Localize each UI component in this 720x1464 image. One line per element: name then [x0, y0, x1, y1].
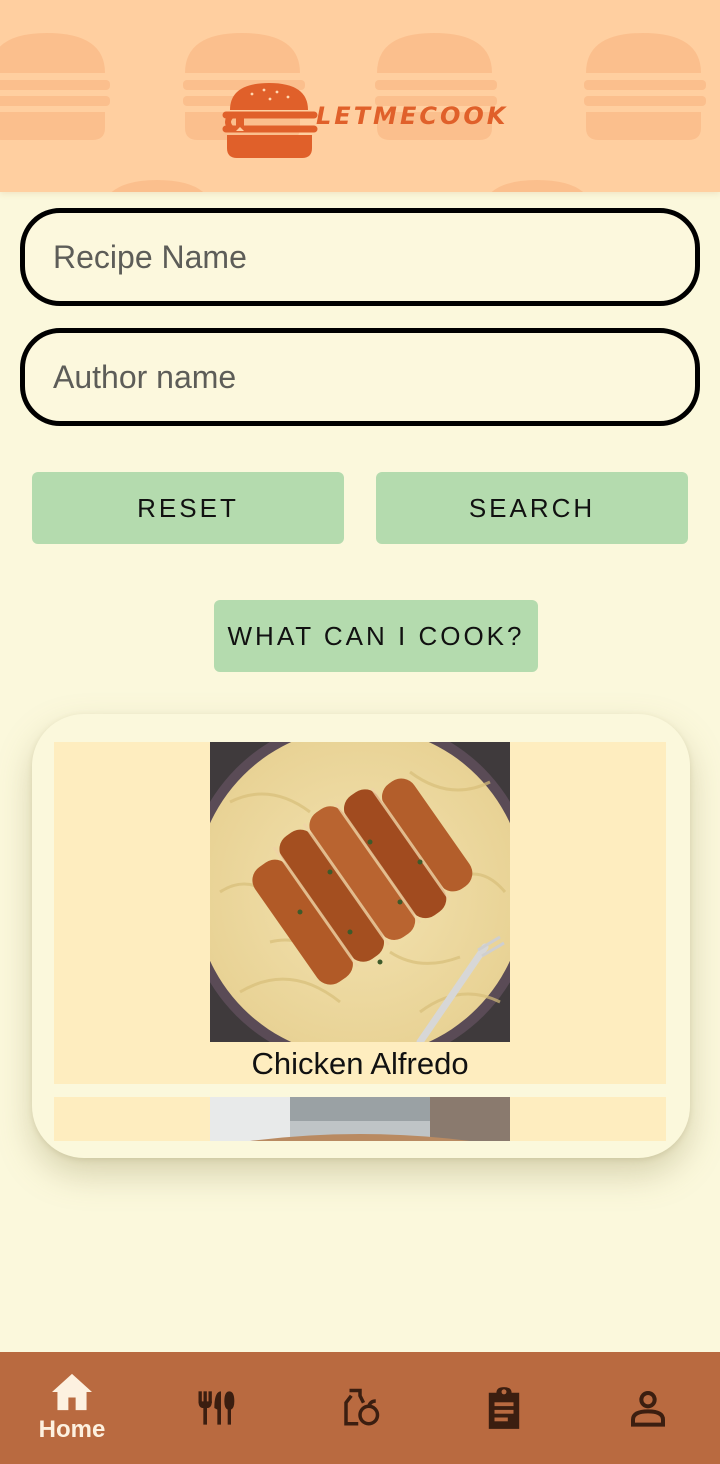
nav-home[interactable]: Home	[0, 1352, 144, 1464]
author-name-input[interactable]	[53, 355, 653, 399]
recipe-name-field[interactable]	[20, 208, 700, 306]
reset-button[interactable]: RESET	[32, 472, 344, 544]
chicken-alfredo-image	[210, 742, 510, 1042]
nav-home-label: Home	[38, 1416, 106, 1443]
app-header: LETMECOOK	[0, 0, 720, 192]
profile-icon	[631, 1391, 665, 1427]
nav-profile[interactable]	[576, 1352, 720, 1464]
nav-pantry[interactable]	[288, 1352, 432, 1464]
recipe-name-input[interactable]	[53, 235, 653, 279]
recipes-utensils-icon	[198, 1391, 235, 1425]
burger-pattern-icon	[584, 33, 706, 140]
what-can-i-cook-button[interactable]: WHAT CAN I COOK?	[214, 600, 538, 672]
burger-pattern-icon	[111, 180, 203, 192]
bottom-navigation: Home	[0, 1352, 720, 1464]
clipboard-icon	[488, 1387, 520, 1429]
nav-shopping-list[interactable]	[432, 1352, 576, 1464]
search-button[interactable]: SEARCH	[376, 472, 688, 544]
home-icon	[52, 1373, 92, 1411]
author-name-field[interactable]	[20, 328, 700, 426]
recipe-image	[210, 1097, 510, 1141]
recipe-title: Chicken Alfredo	[251, 1046, 469, 1081]
recipe-card[interactable]: Chicken Alfredo	[54, 742, 666, 1084]
results-list[interactable]: Chicken Alfredo	[32, 714, 690, 1158]
burger-pattern-icon	[491, 180, 583, 192]
recipe-card[interactable]	[54, 1097, 666, 1141]
pantry-icon	[344, 1388, 380, 1426]
burger-pattern-icon	[0, 33, 110, 140]
nav-recipes[interactable]	[144, 1352, 288, 1464]
app-logo-text: LETMECOOK	[316, 102, 509, 130]
